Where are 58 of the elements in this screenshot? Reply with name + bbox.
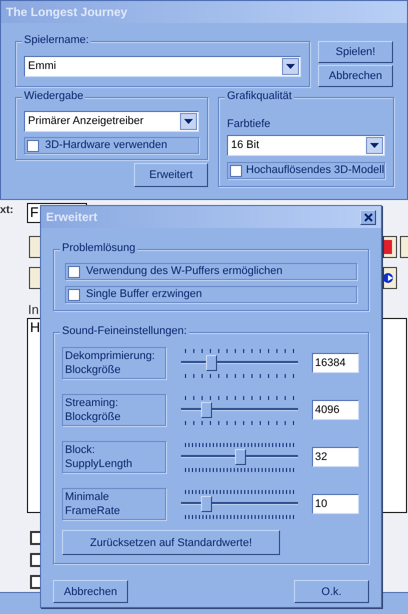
cancel-button[interactable]: Abbrechen: [53, 580, 128, 603]
advanced-button[interactable]: Erweitert: [134, 163, 208, 188]
slider-thumb[interactable]: [200, 402, 212, 418]
field-label: xt:: [0, 204, 14, 218]
checkbox-label: Verwendung des W-Puffers ermöglichen: [86, 265, 282, 278]
value-field[interactable]: 10: [312, 494, 359, 514]
slider[interactable]: [181, 348, 298, 378]
close-icon: [364, 212, 372, 222]
group-label: Spielername:: [22, 34, 91, 48]
checkbox-label: Hochauflösendes 3D-Modell: [246, 164, 384, 178]
combo-value: 16 Bit: [230, 139, 260, 152]
slider-label: Dekomprimierung: Blockgröße: [62, 347, 166, 379]
checkbox-label: 3D-Hardware verwenden: [45, 139, 168, 152]
dropdown-button[interactable]: [366, 137, 383, 154]
dropdown-button[interactable]: [282, 58, 299, 75]
value-field[interactable]: 4096: [312, 400, 359, 420]
caret-icon: [184, 119, 193, 124]
caret-icon: [286, 64, 295, 69]
slider-thumb[interactable]: [200, 496, 212, 512]
arrow-icon: [384, 272, 396, 284]
slider[interactable]: [181, 442, 298, 472]
combo-value: Primärer Anzeigetreiber: [27, 114, 145, 128]
ok-button[interactable]: O.k.: [294, 580, 369, 603]
group-label: Grafikqualität: [225, 90, 294, 104]
toolbar-button[interactable]: [383, 267, 397, 289]
window-title: Erweitert: [46, 210, 98, 224]
toolbar-button[interactable]: [383, 236, 397, 258]
checkbox-label: Single Buffer erzwingen: [86, 288, 202, 302]
group-label: Sound-Feineinstellungen:: [60, 325, 189, 338]
window-title: The Longest Journey: [6, 4, 128, 20]
checkbox[interactable]: [68, 288, 80, 301]
slider-thumb[interactable]: [234, 449, 246, 465]
slider-label: Block: SupplyLength: [62, 441, 166, 473]
cancel-button[interactable]: Abbrechen: [318, 65, 393, 87]
checkbox[interactable]: [68, 266, 80, 278]
slider-label: Streaming: Blockgröße: [62, 394, 166, 426]
checkbox[interactable]: [27, 140, 39, 152]
driver-combo[interactable]: Primärer Anzeigetreiber: [24, 111, 199, 132]
combo-value: Emmi: [27, 60, 58, 74]
depth-label: Farbtiefe: [227, 118, 272, 132]
slider-thumb[interactable]: [206, 355, 218, 371]
reset-button[interactable]: Zurücksetzen auf Standardwerte!: [62, 530, 280, 555]
dropdown-button[interactable]: [180, 113, 197, 130]
stop-icon: [384, 240, 392, 254]
slider[interactable]: [181, 489, 298, 519]
group-label: Problemlösung: [60, 242, 138, 256]
caret-icon: [370, 143, 379, 148]
slider[interactable]: [181, 395, 298, 425]
value-field[interactable]: 32: [312, 447, 359, 467]
close-button[interactable]: [360, 210, 376, 224]
play-button[interactable]: Spielen!: [318, 41, 393, 63]
player-name-combo[interactable]: Emmi: [24, 56, 301, 77]
depth-combo[interactable]: 16 Bit: [227, 135, 385, 156]
slider-label: Minimale FrameRate: [62, 488, 166, 520]
checkbox[interactable]: [230, 164, 242, 177]
section-label: In: [28, 302, 39, 318]
value-field[interactable]: 16384: [312, 353, 359, 373]
group-label: Wiedergabe: [22, 90, 86, 104]
